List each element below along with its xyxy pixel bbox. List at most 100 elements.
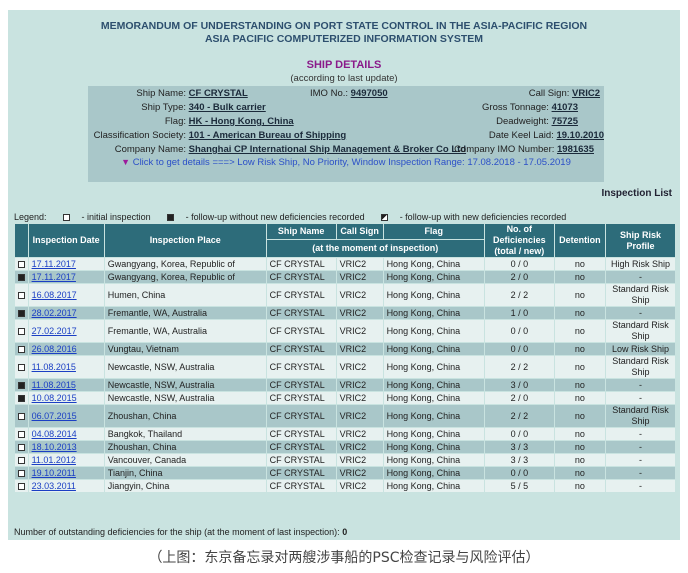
detention-cell: no xyxy=(553,440,606,454)
table-row: 10.08.2015 Newcastle, NSW, Australia CF CR… xyxy=(14,391,677,405)
legend-label: Legend: xyxy=(14,212,47,222)
call-cell: VRIC2 xyxy=(335,355,384,379)
detention-cell: no xyxy=(553,391,606,405)
date-cell[interactable]: 23.03.2011 xyxy=(27,479,105,493)
deficiencies-cell: 2 / 0 xyxy=(483,391,555,405)
date-cell[interactable]: 11.08.2015 xyxy=(27,355,105,379)
ship-cell: CF CRYSTAL xyxy=(265,378,337,392)
imo-label: IMO No.: xyxy=(310,88,349,99)
legend-initial: - initial inspection xyxy=(81,212,151,222)
date-cell[interactable]: 04.08.2014 xyxy=(27,427,105,441)
marker-cell xyxy=(14,479,29,493)
inspection-date-link[interactable]: 23.03.2011 xyxy=(32,481,76,491)
flag-cell: Hong Kong, China xyxy=(382,306,485,320)
flag-cell: Hong Kong, China xyxy=(382,391,485,405)
call-cell: VRIC2 xyxy=(335,306,384,320)
flag-cell: Hong Kong, China xyxy=(382,378,485,392)
company-name-value: Shanghai CP International Ship Managemen… xyxy=(188,144,467,155)
inspection-date-link[interactable]: 17.11.2017 xyxy=(32,272,76,282)
inspection-date-link[interactable]: 27.02.2017 xyxy=(32,326,77,336)
inspection-date-link[interactable]: 04.08.2014 xyxy=(32,429,77,439)
deficiencies-cell: 0 / 0 xyxy=(483,342,555,356)
inspection-date-link[interactable]: 16.08.2017 xyxy=(32,290,77,300)
flag-cell: Hong Kong, China xyxy=(382,479,485,493)
gross-tonnage-value: 41073 xyxy=(551,102,578,113)
table-row: 17.11.2017 Gwangyang, Korea, Republic of C… xyxy=(14,270,677,284)
risk-cell: Standard Risk Ship xyxy=(604,319,677,343)
marker-cell xyxy=(14,319,29,343)
ship-cell: CF CRYSTAL xyxy=(265,319,337,343)
inspection-date-link[interactable]: 10.08.2015 xyxy=(32,393,77,403)
risk-window-text: Low Risk Ship, No Priority, Window Inspe… xyxy=(237,157,571,168)
col-inspection-place: Inspection Place xyxy=(103,223,267,258)
class-society-label: Classification Society: xyxy=(93,130,186,141)
detention-cell: no xyxy=(553,453,606,467)
place-cell: Tianjin, China xyxy=(103,466,267,480)
marker-cell xyxy=(14,453,29,467)
psc-panel: MEMORANDUM OF UNDERSTANDING ON PORT STAT… xyxy=(8,10,680,540)
date-cell[interactable]: 11.08.2015 xyxy=(27,378,105,392)
date-cell[interactable]: 18.10.2013 xyxy=(27,440,105,454)
place-cell: Gwangyang, Korea, Republic of xyxy=(103,257,267,271)
ship-details-title: SHIP DETAILS xyxy=(306,59,382,71)
call-cell: VRIC2 xyxy=(335,283,384,307)
detention-cell: no xyxy=(553,270,606,284)
deficiencies-cell: 2 / 0 xyxy=(483,270,555,284)
inspection-date-link[interactable]: 11.01.2012 xyxy=(32,455,76,465)
inspection-date-link[interactable]: 11.08.2015 xyxy=(32,362,76,372)
flag-cell: Hong Kong, China xyxy=(382,440,485,454)
date-cell[interactable]: 10.08.2015 xyxy=(27,391,105,405)
marker-cell xyxy=(14,306,29,320)
ship-cell: CF CRYSTAL xyxy=(265,391,337,405)
deficiencies-cell: 0 / 0 xyxy=(483,466,555,480)
inspection-date-link[interactable]: 26.08.2016 xyxy=(32,344,77,354)
inspection-date-link[interactable]: 28.02.2017 xyxy=(32,308,77,318)
date-cell[interactable]: 16.08.2017 xyxy=(27,283,105,307)
initial-box-icon xyxy=(17,430,25,438)
flag-cell: Hong Kong, China xyxy=(382,257,485,271)
date-cell[interactable]: 19.10.2011 xyxy=(27,466,105,480)
table-row: 27.02.2017 Fremantle, WA, Australia CF CRY… xyxy=(14,319,677,343)
date-cell[interactable]: 28.02.2017 xyxy=(27,306,105,320)
legend-followup-no-new: - follow-up without new deficiencies rec… xyxy=(185,212,365,222)
flag-label: Flag: xyxy=(164,116,186,127)
marker-cell xyxy=(14,378,29,392)
initial-box-icon xyxy=(17,482,25,490)
place-cell: Bangkok, Thailand xyxy=(103,427,267,441)
risk-cell: Standard Risk Ship xyxy=(604,404,677,428)
ship-cell: CF CRYSTAL xyxy=(265,306,337,320)
flag-cell: Hong Kong, China xyxy=(382,270,485,284)
date-cell[interactable]: 27.02.2017 xyxy=(27,319,105,343)
legend-followup-new: - follow-up with new deficiencies record… xyxy=(399,212,567,222)
inspection-date-link[interactable]: 18.10.2013 xyxy=(32,442,77,452)
date-cell[interactable]: 17.11.2017 xyxy=(27,257,105,271)
initial-box-icon xyxy=(17,443,25,451)
triangle-down-icon[interactable]: ▼ xyxy=(121,157,130,167)
inspection-date-link[interactable]: 19.10.2011 xyxy=(32,468,76,478)
date-cell[interactable]: 06.07.2015 xyxy=(27,404,105,428)
inspection-date-link[interactable]: 17.11.2017 xyxy=(32,259,76,269)
inspection-date-link[interactable]: 11.08.2015 xyxy=(32,380,76,390)
date-cell[interactable]: 26.08.2016 xyxy=(27,342,105,356)
marker-cell xyxy=(14,355,29,379)
inspection-date-link[interactable]: 06.07.2015 xyxy=(32,411,77,421)
flag-cell: Hong Kong, China xyxy=(382,466,485,480)
detention-cell: no xyxy=(553,283,606,307)
ship-cell: CF CRYSTAL xyxy=(265,283,337,307)
keel-label: Date Keel Laid: xyxy=(488,130,554,141)
call-sign-value: VRIC2 xyxy=(572,88,600,99)
deficiencies-cell: 0 / 0 xyxy=(483,427,555,441)
ship-type-value: 340 - Bulk carrier xyxy=(188,102,266,113)
ship-cell: CF CRYSTAL xyxy=(265,404,337,428)
date-cell[interactable]: 17.11.2017 xyxy=(27,270,105,284)
get-details-link[interactable]: Click to get details xyxy=(133,157,210,168)
initial-box-icon xyxy=(17,363,25,371)
initial-box-icon xyxy=(17,260,25,268)
initial-box-icon xyxy=(17,291,25,299)
date-cell[interactable]: 11.01.2012 xyxy=(27,453,105,467)
deficiencies-cell: 5 / 5 xyxy=(483,479,555,493)
risk-cell: - xyxy=(604,391,677,405)
ship-cell: CF CRYSTAL xyxy=(265,466,337,480)
ship-name-value: CF CRYSTAL xyxy=(188,88,248,99)
table-row: 26.08.2016 Vungtau, Vietnam CF CRYSTAL VRIC… xyxy=(14,342,677,356)
